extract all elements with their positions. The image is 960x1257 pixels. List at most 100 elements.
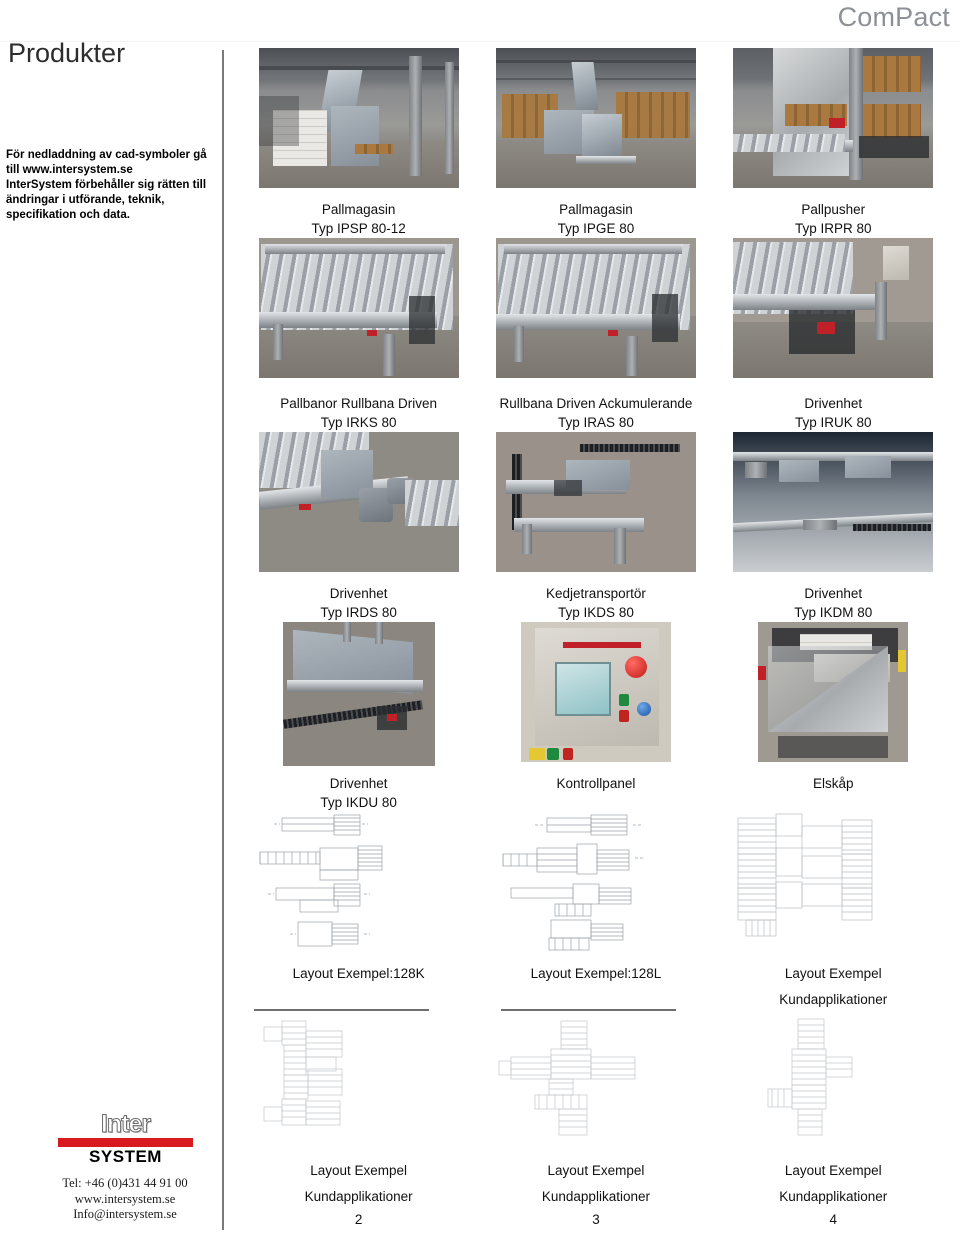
cad-layout-kund-2 (253, 1009, 464, 1149)
photo-kontrollpanel (520, 622, 671, 762)
photo-rullbana-irks (258, 238, 459, 378)
product-cell[interactable]: Layout Exempel Kundapplikationer (715, 812, 952, 1009)
product-caption: Drivenhet Typ IKDM 80 (715, 580, 952, 622)
brand-label: ComPact (837, 2, 950, 32)
photo-elskap (758, 622, 909, 762)
notice-line-1: För nedladdning av cad-symboler gå (6, 149, 207, 161)
product-cell[interactable]: Kontrollpanel (477, 622, 714, 812)
product-cell[interactable]: Drivenhet Typ IKDU 80 (240, 622, 477, 812)
caption-line-2: Kundapplikationer (304, 1189, 413, 1204)
caption-line-1: Pallmagasin (321, 202, 396, 217)
caption-line-1: Pallmagasin (559, 202, 633, 217)
photo-drivenhet-irds (258, 432, 459, 572)
product-cell[interactable]: Pallbanor Rullbana Driven Typ IRKS 80 (240, 238, 477, 432)
product-cell[interactable]: Pallmagasin Typ IPGE 80 (477, 48, 714, 238)
product-cell[interactable]: Layout Exempel:128L (477, 812, 714, 1009)
caption-line-2: Kundapplikationer (779, 1189, 888, 1204)
caption-line-1: Drivenhet (329, 776, 388, 791)
product-caption: Layout Exempel Kundapplikationer (715, 960, 952, 1009)
contact-web[interactable]: www.intersystem.se (30, 1192, 220, 1208)
cad-layout-kund-3 (491, 1009, 701, 1149)
cad-layout-128l (491, 812, 701, 952)
contact-block: Tel: +46 (0)431 44 91 00 www.intersystem… (30, 1176, 220, 1223)
product-cell[interactable]: Pallpusher Typ IRPR 80 (715, 48, 952, 238)
photo-pallpusher-irpr (733, 48, 934, 188)
caption-line-2: Typ IRKS 80 (320, 415, 397, 430)
logo-system-text: SYSTEM (89, 1147, 162, 1166)
product-cell[interactable]: Drivenhet Typ IRDS 80 (240, 432, 477, 622)
product-cell[interactable]: Layout Exempel:128K (240, 812, 477, 1009)
product-caption: Kedjetransportör Typ IKDS 80 (477, 580, 714, 622)
vertical-divider (222, 50, 224, 1230)
caption-line-2: Typ IKDM 80 (794, 605, 873, 620)
caption-line-1: Kontrollpanel (556, 776, 636, 791)
caption-line-2: Typ IKDS 80 (558, 605, 634, 620)
caption-line-1: Drivenhet (804, 396, 863, 411)
caption-line-1: Layout Exempel (784, 966, 882, 981)
product-caption: Pallbanor Rullbana Driven Typ IRKS 80 (240, 390, 477, 432)
product-cell[interactable]: Pallmagasin Typ IPSP 80-12 (240, 48, 477, 238)
product-cell[interactable]: Rullbana Driven Ackumulerande Typ IRAS 8… (477, 238, 714, 432)
product-caption: Pallmagasin Typ IPGE 80 (477, 196, 714, 238)
product-caption: Layout Exempel Kundapplikationer 3 (477, 1157, 714, 1229)
product-caption: Layout Exempel Kundapplikationer 2 (240, 1157, 477, 1229)
product-row: Pallbanor Rullbana Driven Typ IRKS 80 Ru… (240, 238, 952, 432)
caption-line-1: Drivenhet (804, 586, 863, 601)
photo-rullbana-iras (495, 238, 696, 378)
product-cell[interactable]: Layout Exempel Kundapplikationer 2 (240, 1009, 477, 1229)
product-row: Layout Exempel:128K Layout Exempel:128L … (240, 812, 952, 1009)
product-cell[interactable]: Layout Exempel Kundapplikationer 4 (715, 1009, 952, 1229)
notice-line-3: InterSystem förbehåller sig rätten till (6, 178, 207, 191)
product-cell[interactable]: Elskåp (715, 622, 952, 812)
product-cell[interactable]: Kedjetransportör Typ IKDS 80 (477, 432, 714, 622)
header-rule (0, 41, 960, 42)
product-caption: Layout Exempel:128K (240, 960, 477, 983)
product-row: Drivenhet Typ IKDU 80 Kontrollpanel Elsk… (240, 622, 952, 812)
caption-line-1: Layout Exempel:128L (530, 966, 662, 981)
caption-line-2: Typ IRAS 80 (558, 415, 634, 430)
notice-line-5: specifikation och data. (6, 208, 130, 221)
photo-pallmagasin-ipsp (258, 48, 459, 188)
product-caption: Kontrollpanel (477, 770, 714, 793)
company-logo: Inter SYSTEM (58, 1110, 193, 1166)
product-caption: Pallmagasin Typ IPSP 80-12 (240, 196, 477, 238)
product-caption: Drivenhet Typ IRDS 80 (240, 580, 477, 622)
cad-layout-kund-4 (728, 1009, 938, 1149)
caption-line-2: Typ IPGE 80 (557, 221, 635, 236)
product-cell[interactable]: Layout Exempel Kundapplikationer 3 (477, 1009, 714, 1229)
download-notice: För nedladdning av cad-symboler gå till … (6, 148, 211, 223)
caption-line-2: Typ IRUK 80 (794, 415, 872, 430)
caption-line-2: Typ IRDS 80 (320, 605, 397, 620)
contact-email[interactable]: Info@intersystem.se (30, 1207, 220, 1223)
page-root: ComPact Produkter För nedladdning av cad… (0, 0, 960, 1257)
contact-tel: Tel: +46 (0)431 44 91 00 (62, 1176, 188, 1190)
photo-drivenhet-ikdm (733, 432, 934, 572)
notice-line-2: till www.intersystem.se (6, 163, 133, 176)
caption-line-2: Typ IPSP 80-12 (311, 221, 406, 236)
photo-kedjetransportor-ikds (495, 432, 696, 572)
product-caption: Rullbana Driven Ackumulerande Typ IRAS 8… (477, 390, 714, 432)
product-row: Drivenhet Typ IRDS 80 Kedjetransportör T… (240, 432, 952, 622)
product-caption: Layout Exempel Kundapplikationer 4 (715, 1157, 952, 1229)
logo-red-bar (58, 1138, 193, 1147)
page-number: 4 (829, 1212, 837, 1227)
caption-line-1: Layout Exempel (784, 1163, 882, 1178)
caption-line-1: Pallpusher (801, 202, 866, 217)
photo-pallmagasin-ipge (495, 48, 696, 188)
cad-layout-128k (254, 812, 464, 952)
caption-line-1: Layout Exempel (547, 1163, 645, 1178)
caption-line-1: Pallbanor Rullbana Driven (280, 396, 438, 411)
caption-line-2: Kundapplikationer (779, 992, 888, 1007)
caption-line-2: Kundapplikationer (541, 1189, 650, 1204)
notice-line-4: ändringar i utförande, teknik, (6, 193, 165, 206)
caption-line-2: Typ IKDU 80 (320, 795, 397, 810)
product-cell[interactable]: Drivenhet Typ IKDM 80 (715, 432, 952, 622)
logo-inter-text: Inter (100, 1110, 151, 1138)
caption-line-1: Drivenhet (329, 586, 388, 601)
product-cell[interactable]: Drivenhet Typ IRUK 80 (715, 238, 952, 432)
product-grid: Pallmagasin Typ IPSP 80-12 Pallmagasin T… (240, 48, 952, 1229)
caption-line-1: Elskåp (812, 776, 854, 791)
product-row: Layout Exempel Kundapplikationer 2 Layou… (240, 1009, 952, 1229)
caption-line-2: Typ IRPR 80 (794, 221, 872, 236)
cad-layout-kund-1 (728, 812, 938, 952)
